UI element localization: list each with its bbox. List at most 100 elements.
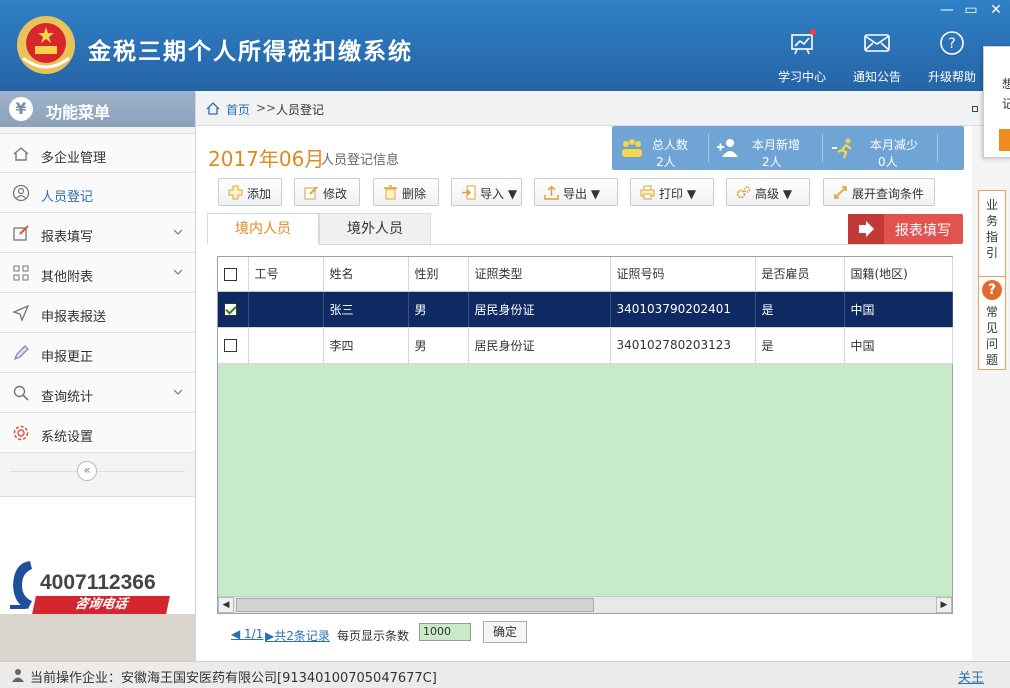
advanced-dropdown[interactable]: 高级 ▼ xyxy=(726,178,810,206)
modify-button[interactable]: 修改 xyxy=(294,178,360,206)
sidebar-item-other-schedules[interactable]: 其他附表 xyxy=(0,253,195,293)
popup-char: 想 xyxy=(1002,77,1010,91)
sidebar-item-label: 人员登记 xyxy=(41,190,94,205)
chevron-down-icon xyxy=(173,229,183,235)
close-button[interactable]: ✕ xyxy=(987,2,1005,18)
sidebar-item-multi-enterprise[interactable]: 多企业管理 xyxy=(0,133,195,173)
sidebar-item-label: 系统设置 xyxy=(41,430,94,445)
faq-button[interactable]: ? 常见问题 xyxy=(978,276,1006,370)
page-size-input[interactable]: 1000 xyxy=(419,623,471,641)
upgrade-help-button[interactable]: ? 升级帮助 xyxy=(917,28,987,85)
business-guide-button[interactable]: 业务指引 xyxy=(978,190,1006,280)
tab-overseas[interactable]: 境外人员 xyxy=(319,213,431,245)
collapse-divider xyxy=(10,471,185,472)
column-header[interactable]: 性别 xyxy=(408,257,469,292)
sidebar-item-declaration-correction[interactable]: 申报更正 xyxy=(0,333,195,373)
column-header[interactable]: 工号 xyxy=(248,257,324,292)
scroll-right-icon[interactable]: ▶ xyxy=(936,597,952,613)
sidebar-item-label: 多企业管理 xyxy=(41,151,107,166)
column-header[interactable]: 证照类型 xyxy=(468,257,611,292)
add-icon xyxy=(228,185,243,200)
sidebar-item-system-settings[interactable]: 系统设置 xyxy=(0,413,195,453)
row-select-cell[interactable] xyxy=(218,327,249,364)
floating-popup[interactable]: 想 记 xyxy=(983,46,1010,158)
title-bar: 金税三期个人所得税扣缴系统 学习中心 通知公告 ? 升级帮助 — ▭ ✕ xyxy=(0,0,1010,91)
grid-icon xyxy=(13,265,29,281)
total-records: 共2条记录 xyxy=(274,629,330,643)
minimize-button[interactable]: — xyxy=(938,2,956,18)
tab-bar: 境内人员 境外人员 xyxy=(207,213,952,245)
delete-button[interactable]: 删除 xyxy=(373,178,439,206)
select-all-checkbox[interactable] xyxy=(224,267,237,281)
maximize-button[interactable]: ▭ xyxy=(962,2,980,18)
column-header[interactable]: 证照号码 xyxy=(610,257,756,292)
table-row[interactable]: 李四 男 居民身份证 340102780203123 是 中国 xyxy=(218,327,953,364)
guide-text-value: 业务指引 xyxy=(985,198,998,260)
export-icon xyxy=(544,185,559,200)
trash-icon xyxy=(384,185,397,200)
tab-domestic[interactable]: 境内人员 xyxy=(207,213,319,245)
main-panel: 2017年06月 人员登记信息 总人数 2人 本月新增 2人 本月减少 0人 添… xyxy=(196,126,973,661)
table-cell: 是 xyxy=(755,327,845,364)
scrollbar-thumb[interactable] xyxy=(236,598,594,612)
horizontal-scrollbar[interactable]: ◀ ▶ xyxy=(218,596,952,613)
period-subtitle: 人员登记信息 xyxy=(321,153,400,168)
running-man-icon xyxy=(832,138,852,159)
row-checkbox[interactable] xyxy=(224,339,237,352)
sidebar-item-report-fill[interactable]: 报表填写 xyxy=(0,213,195,253)
chevron-down-icon xyxy=(173,389,183,395)
faq-text: 常见问题 xyxy=(985,305,998,367)
select-all-cell[interactable] xyxy=(218,257,249,292)
table-cell: 男 xyxy=(408,291,469,328)
row-checkbox[interactable] xyxy=(224,303,237,316)
learning-center-button[interactable]: 学习中心 xyxy=(767,28,837,85)
restore-square-icon[interactable] xyxy=(972,106,978,112)
stat-reduced-value: 0人 xyxy=(878,155,898,169)
sidebar-item-personnel-registration[interactable]: 人员登记 xyxy=(0,173,195,213)
sidebar: ¥ 功能菜单 多企业管理 人员登记 报表填写 其他附表 申报表报送 申报更正 查… xyxy=(0,91,196,661)
stat-divider xyxy=(708,134,709,162)
table-cell: 居民身份证 xyxy=(468,327,611,364)
right-panel: 业务指引 ? 常见问题 xyxy=(972,126,1010,661)
report-fill-button[interactable]: 报表填写 xyxy=(848,214,963,244)
scroll-left-icon[interactable]: ◀ xyxy=(218,597,234,613)
delete-button-label: 删除 xyxy=(402,187,427,201)
app-title: 金税三期个人所得税扣缴系统 xyxy=(88,39,413,65)
home-icon xyxy=(206,102,220,115)
total-records-link[interactable]: ▶共2条记录 xyxy=(265,627,330,644)
page-indicator[interactable]: ◀ 1/1 xyxy=(231,627,263,641)
learning-center-icon xyxy=(791,29,816,55)
confirm-button[interactable]: 确定 xyxy=(483,621,527,643)
export-dropdown[interactable]: 导出 ▼ xyxy=(534,178,618,206)
sidebar-item-declaration-submit[interactable]: 申报表报送 xyxy=(0,293,195,333)
status-bar: 当前操作企业：安徽海王国安医药有限公司[91340100705047677C] … xyxy=(0,661,1010,688)
popup-char: 记 xyxy=(1002,97,1010,111)
table-row[interactable]: 张三 男 居民身份证 340103790202401 是 中国 xyxy=(218,291,953,328)
popup-orange-button[interactable] xyxy=(999,129,1010,151)
notice-label: 通知公告 xyxy=(852,70,901,84)
import-dropdown[interactable]: 导入 ▼ xyxy=(451,178,522,206)
help-icon: ? xyxy=(940,31,964,55)
table-cell xyxy=(248,291,324,328)
hotline-label: 咨询电话 xyxy=(32,596,170,614)
add-button[interactable]: 添加 xyxy=(218,178,282,206)
expand-query-button[interactable]: 展开查询条件 xyxy=(823,178,935,206)
collapse-sidebar-button[interactable]: « xyxy=(77,461,97,481)
stat-new-label: 本月新增 xyxy=(752,138,801,152)
column-header[interactable]: 国籍(地区) xyxy=(844,257,953,292)
print-dropdown[interactable]: 打印 ▼ xyxy=(630,178,714,206)
import-icon xyxy=(462,185,476,200)
stat-divider xyxy=(937,134,938,162)
row-select-cell[interactable] xyxy=(218,291,249,328)
sidebar-item-query-statistics[interactable]: 查询统计 xyxy=(0,373,195,413)
hotline-number: 4007112366 xyxy=(40,571,156,594)
svg-text:?: ? xyxy=(948,36,955,52)
column-header[interactable]: 姓名 xyxy=(323,257,409,292)
arrow-right-icon xyxy=(848,214,884,244)
close-link[interactable]: 关王 xyxy=(958,667,984,686)
user-icon xyxy=(12,184,30,202)
column-header[interactable]: 是否雇员 xyxy=(755,257,845,292)
breadcrumb-home-link[interactable]: 首页 xyxy=(226,101,250,118)
notice-button[interactable]: 通知公告 xyxy=(842,28,912,85)
table-cell: 340103790202401 xyxy=(610,291,756,328)
